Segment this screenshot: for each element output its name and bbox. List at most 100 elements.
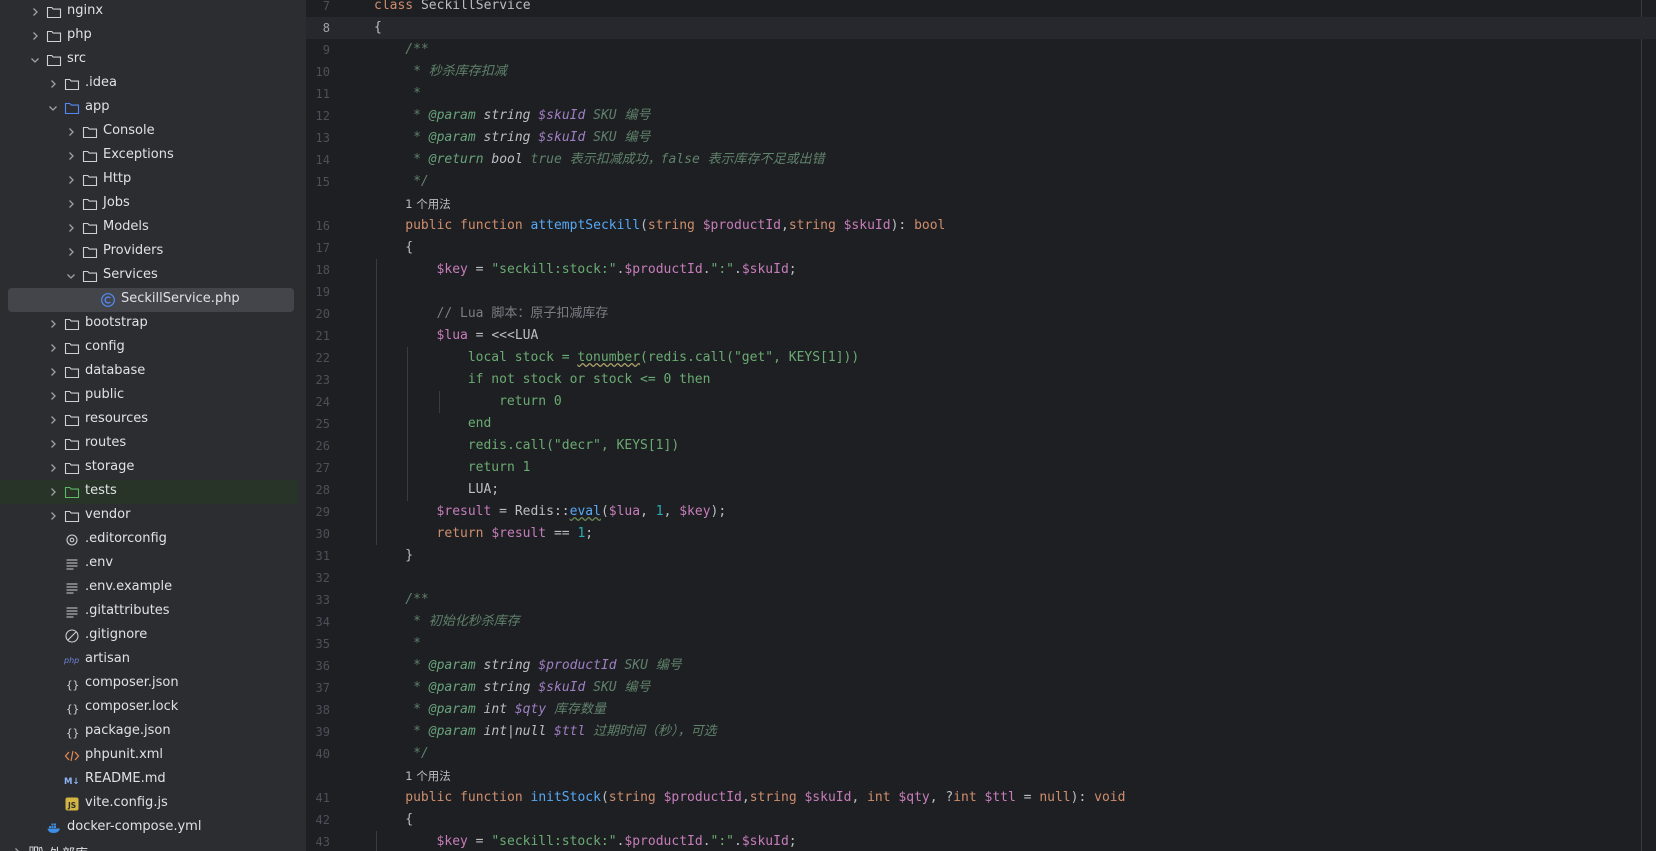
tree-item[interactable]: .env	[0, 552, 298, 576]
chevron-right-icon[interactable]	[47, 78, 59, 90]
chevron-right-icon[interactable]	[65, 174, 77, 186]
tree-item[interactable]: routes	[0, 432, 298, 456]
chevron-right-icon[interactable]	[65, 198, 77, 210]
chevron-right-icon[interactable]	[47, 318, 59, 330]
chevron-right-icon[interactable]	[65, 222, 77, 234]
tree-item[interactable]: Jobs	[0, 192, 298, 216]
tree-item[interactable]: phpunit.xml	[0, 744, 298, 768]
tree-item-label: package.json	[85, 723, 171, 738]
code-token: return 0	[499, 394, 562, 409]
line-number: 39	[315, 725, 330, 739]
chevron-right-icon[interactable]	[11, 846, 23, 851]
code-token: SKU 编号	[585, 130, 651, 145]
tree-item[interactable]: resources	[0, 408, 298, 432]
tree-item[interactable]: vendor	[0, 504, 298, 528]
tree-item[interactable]: .env.example	[0, 576, 298, 600]
tree-item[interactable]: config	[0, 336, 298, 360]
chevron-right-icon[interactable]	[47, 462, 59, 474]
tree-item[interactable]: database	[0, 360, 298, 384]
chevron-right-icon[interactable]	[47, 510, 59, 522]
tree-item[interactable]: bootstrap	[0, 312, 298, 336]
code-line: 19	[306, 281, 1656, 303]
chevron-right-icon[interactable]	[65, 150, 77, 162]
code-token: $productId	[702, 218, 781, 233]
chevron-right-icon[interactable]	[47, 390, 59, 402]
code-token: ,	[851, 790, 868, 805]
tree-item[interactable]: Services	[0, 264, 298, 288]
tree-item-selected[interactable]: SeckillService.php	[0, 288, 298, 312]
tree-item[interactable]: app	[0, 96, 298, 120]
tree-item[interactable]: .gitattributes	[0, 600, 298, 624]
chevron-right-icon[interactable]	[65, 246, 77, 258]
code-line: 30 return $result == 1;	[306, 523, 1656, 545]
code-line: 14 * @return bool true 表示扣减成功，false 表示库存…	[306, 149, 1656, 171]
tree-item[interactable]: JS vite.config.js	[0, 792, 298, 816]
tree-item-label: database	[85, 363, 146, 378]
chevron-down-icon[interactable]	[29, 54, 41, 66]
code-token: 1	[655, 504, 664, 519]
tree-item-label: src	[67, 51, 86, 66]
tree-item[interactable]: .gitignore	[0, 624, 298, 648]
tree-item[interactable]: Providers	[0, 240, 298, 264]
tree-item[interactable]: nginx	[0, 0, 298, 24]
tree-item[interactable]: {} composer.json	[0, 672, 298, 696]
indent-guide	[376, 479, 377, 501]
tree-item[interactable]: {} composer.lock	[0, 696, 298, 720]
code-token: $skuId	[741, 262, 789, 277]
chevron-right-icon[interactable]	[29, 30, 41, 42]
config-file-icon	[64, 532, 80, 548]
chevron-right-icon[interactable]	[47, 438, 59, 450]
tree-item[interactable]: php	[0, 24, 298, 48]
code-line: 33 /**	[306, 589, 1656, 611]
code-line: 12 * @param string $skuId SKU 编号	[306, 105, 1656, 127]
php-class-icon	[100, 292, 116, 308]
indent-guide	[407, 479, 409, 501]
tree-item[interactable]: src	[0, 48, 298, 72]
tree-item[interactable]: Exceptions	[0, 144, 298, 168]
code-editor[interactable]: 7 class SeckillService 8{9/** 10 * 秒杀库存扣减 11…	[306, 0, 1656, 851]
tree-item[interactable]: M↓ README.md	[0, 768, 298, 792]
tree-item[interactable]: public	[0, 384, 298, 408]
chevron-right-icon[interactable]	[29, 6, 41, 18]
source-folder-icon	[64, 100, 80, 116]
panel-splitter[interactable]	[298, 0, 306, 851]
tree-item[interactable]: .editorconfig	[0, 528, 298, 552]
tree-item[interactable]: .idea	[0, 72, 298, 96]
code-text: public function initStock(string $produc…	[405, 787, 1125, 809]
line-number: 25	[315, 417, 330, 431]
project-tree: nginx php src .idea app Console Exceptions Http…	[0, 0, 299, 851]
tree-item[interactable]: docker-compose.yml	[0, 816, 298, 840]
code-token: return 1	[467, 460, 531, 475]
chevron-right-icon[interactable]	[47, 342, 59, 354]
tree-item[interactable]: storage	[0, 456, 298, 480]
code-text: // Lua 脚本：原子扣减库存	[437, 303, 609, 325]
chevron-right-icon[interactable]	[65, 126, 77, 138]
code-token: {	[374, 20, 382, 35]
tree-item[interactable]: Models	[0, 216, 298, 240]
chevron-down-icon[interactable]	[65, 270, 77, 282]
usage-hint[interactable]: 1 个用法	[306, 765, 1656, 787]
usage-hint[interactable]: 1 个用法	[306, 193, 1656, 215]
line-number: 29	[315, 505, 330, 519]
code-token: /**	[405, 42, 429, 57]
tree-item[interactable]: 外部库	[0, 840, 298, 851]
chevron-right-icon[interactable]	[47, 414, 59, 426]
chevron-right-icon[interactable]	[47, 486, 59, 498]
indent-guide	[376, 413, 377, 435]
code-token: = <<<LUA	[467, 328, 539, 343]
tree-item[interactable]: {} package.json	[0, 720, 298, 744]
chevron-down-icon[interactable]	[47, 102, 59, 114]
line-number: 28	[315, 483, 330, 497]
tree-item[interactable]: tests	[0, 480, 298, 504]
docker-icon	[46, 820, 62, 836]
code-text: {	[405, 237, 413, 259]
code-token: "seckill:stock:"	[491, 262, 617, 277]
markdown-file-icon: M↓	[64, 772, 80, 788]
tree-item-label: resources	[85, 411, 149, 426]
chevron-right-icon[interactable]	[47, 366, 59, 378]
code-token: ;	[788, 262, 797, 277]
tree-item[interactable]: Console	[0, 120, 298, 144]
code-line: 28 LUA;	[306, 479, 1656, 501]
tree-item[interactable]: php artisan	[0, 648, 298, 672]
tree-item[interactable]: Http	[0, 168, 298, 192]
